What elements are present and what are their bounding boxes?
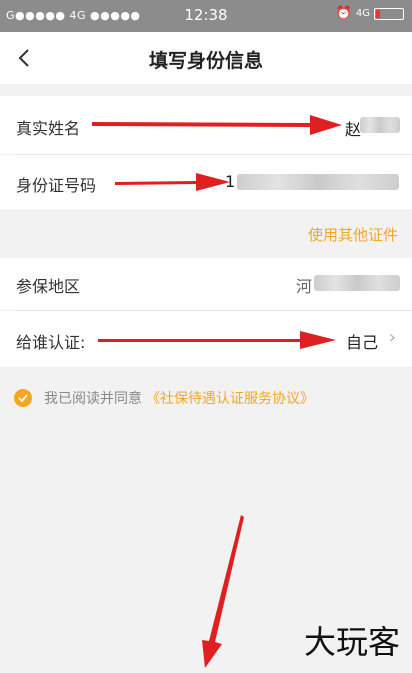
chevron-right-icon: › [388, 327, 396, 348]
alarm-icon: ⏰ [335, 6, 352, 21]
certify-for-label: 给谁认证: [16, 333, 86, 352]
region-redaction [314, 275, 400, 291]
region-label: 参保地区 [16, 277, 81, 296]
battery-icon [374, 7, 404, 20]
region-row[interactable]: 参保地区 河 [0, 258, 412, 310]
page-title: 填写身份信息 [148, 50, 263, 72]
region-value: 河 [296, 277, 313, 296]
navbar: 填写身份信息 [0, 32, 412, 84]
id-row[interactable]: 身份证号码 1 [0, 155, 412, 209]
status-right: ⏰ 4G [336, 6, 404, 21]
agreement-text: 我已阅读并同意 [44, 391, 142, 407]
checkbox-checked-icon[interactable] [14, 389, 32, 407]
id-redaction [237, 174, 399, 190]
use-other-cert-link[interactable]: 使用其他证件 [308, 224, 398, 245]
id-label: 身份证号码 [16, 176, 97, 195]
certify-for-value: 自己 [346, 333, 379, 352]
status-bar: G●●●●● 4G ●●●●● 12:38 ⏰ 4G [0, 0, 412, 32]
name-value: 赵 [345, 120, 362, 139]
name-row[interactable]: 真实姓名 赵 [0, 96, 412, 154]
id-value: 1 [225, 172, 236, 191]
agreement-row[interactable]: 我已阅读并同意 《社保待遇认证服务协议》 [14, 388, 314, 408]
name-redaction [360, 117, 400, 133]
network-label: 4G [355, 8, 370, 19]
arrow-down [202, 515, 244, 668]
name-label: 真实姓名 [16, 119, 81, 138]
agreement-link[interactable]: 《社保待遇认证服务协议》 [146, 388, 314, 408]
watermark: 大玩客 [303, 623, 400, 661]
certify-for-row[interactable]: 给谁认证: 自己 › [0, 311, 412, 367]
